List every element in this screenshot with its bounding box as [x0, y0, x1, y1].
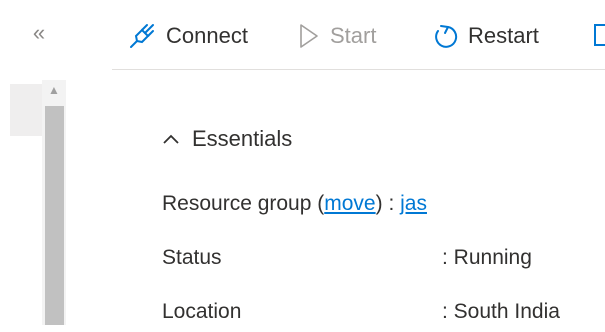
- connect-label: Connect: [166, 23, 248, 48]
- start-label: Start: [330, 23, 377, 48]
- property-label: Status: [162, 246, 222, 269]
- restart-label: Restart: [468, 23, 539, 48]
- scroll-up-arrow-icon[interactable]: ▲: [42, 80, 66, 100]
- left-rail: « ▲: [0, 0, 112, 325]
- sidebar-selected-item[interactable]: [10, 84, 44, 136]
- connect-button[interactable]: Connect: [128, 18, 248, 54]
- chevron-up-icon: [163, 134, 179, 144]
- restart-button[interactable]: Restart: [432, 18, 539, 54]
- status-value: : Running: [442, 246, 532, 269]
- move-link[interactable]: move: [324, 192, 375, 215]
- property-label: Location: [162, 300, 242, 323]
- essentials-toggle[interactable]: Essentials: [162, 122, 292, 156]
- restart-icon: [435, 25, 458, 48]
- property-label: Resource group (move) : jas: [162, 192, 427, 215]
- command-toolbar: Connect Start Restart: [112, 0, 605, 70]
- play-icon: [300, 24, 318, 48]
- scrollbar-thumb[interactable]: [45, 106, 64, 325]
- next-toolbar-item-icon[interactable]: [594, 24, 605, 46]
- resource-group-link[interactable]: jas: [400, 192, 427, 215]
- location-value: : South India: [442, 300, 560, 323]
- collapse-sidebar-button[interactable]: «: [26, 18, 52, 48]
- essentials-title: Essentials: [192, 126, 293, 151]
- start-button[interactable]: Start: [298, 18, 376, 54]
- plug-icon: [130, 24, 154, 48]
